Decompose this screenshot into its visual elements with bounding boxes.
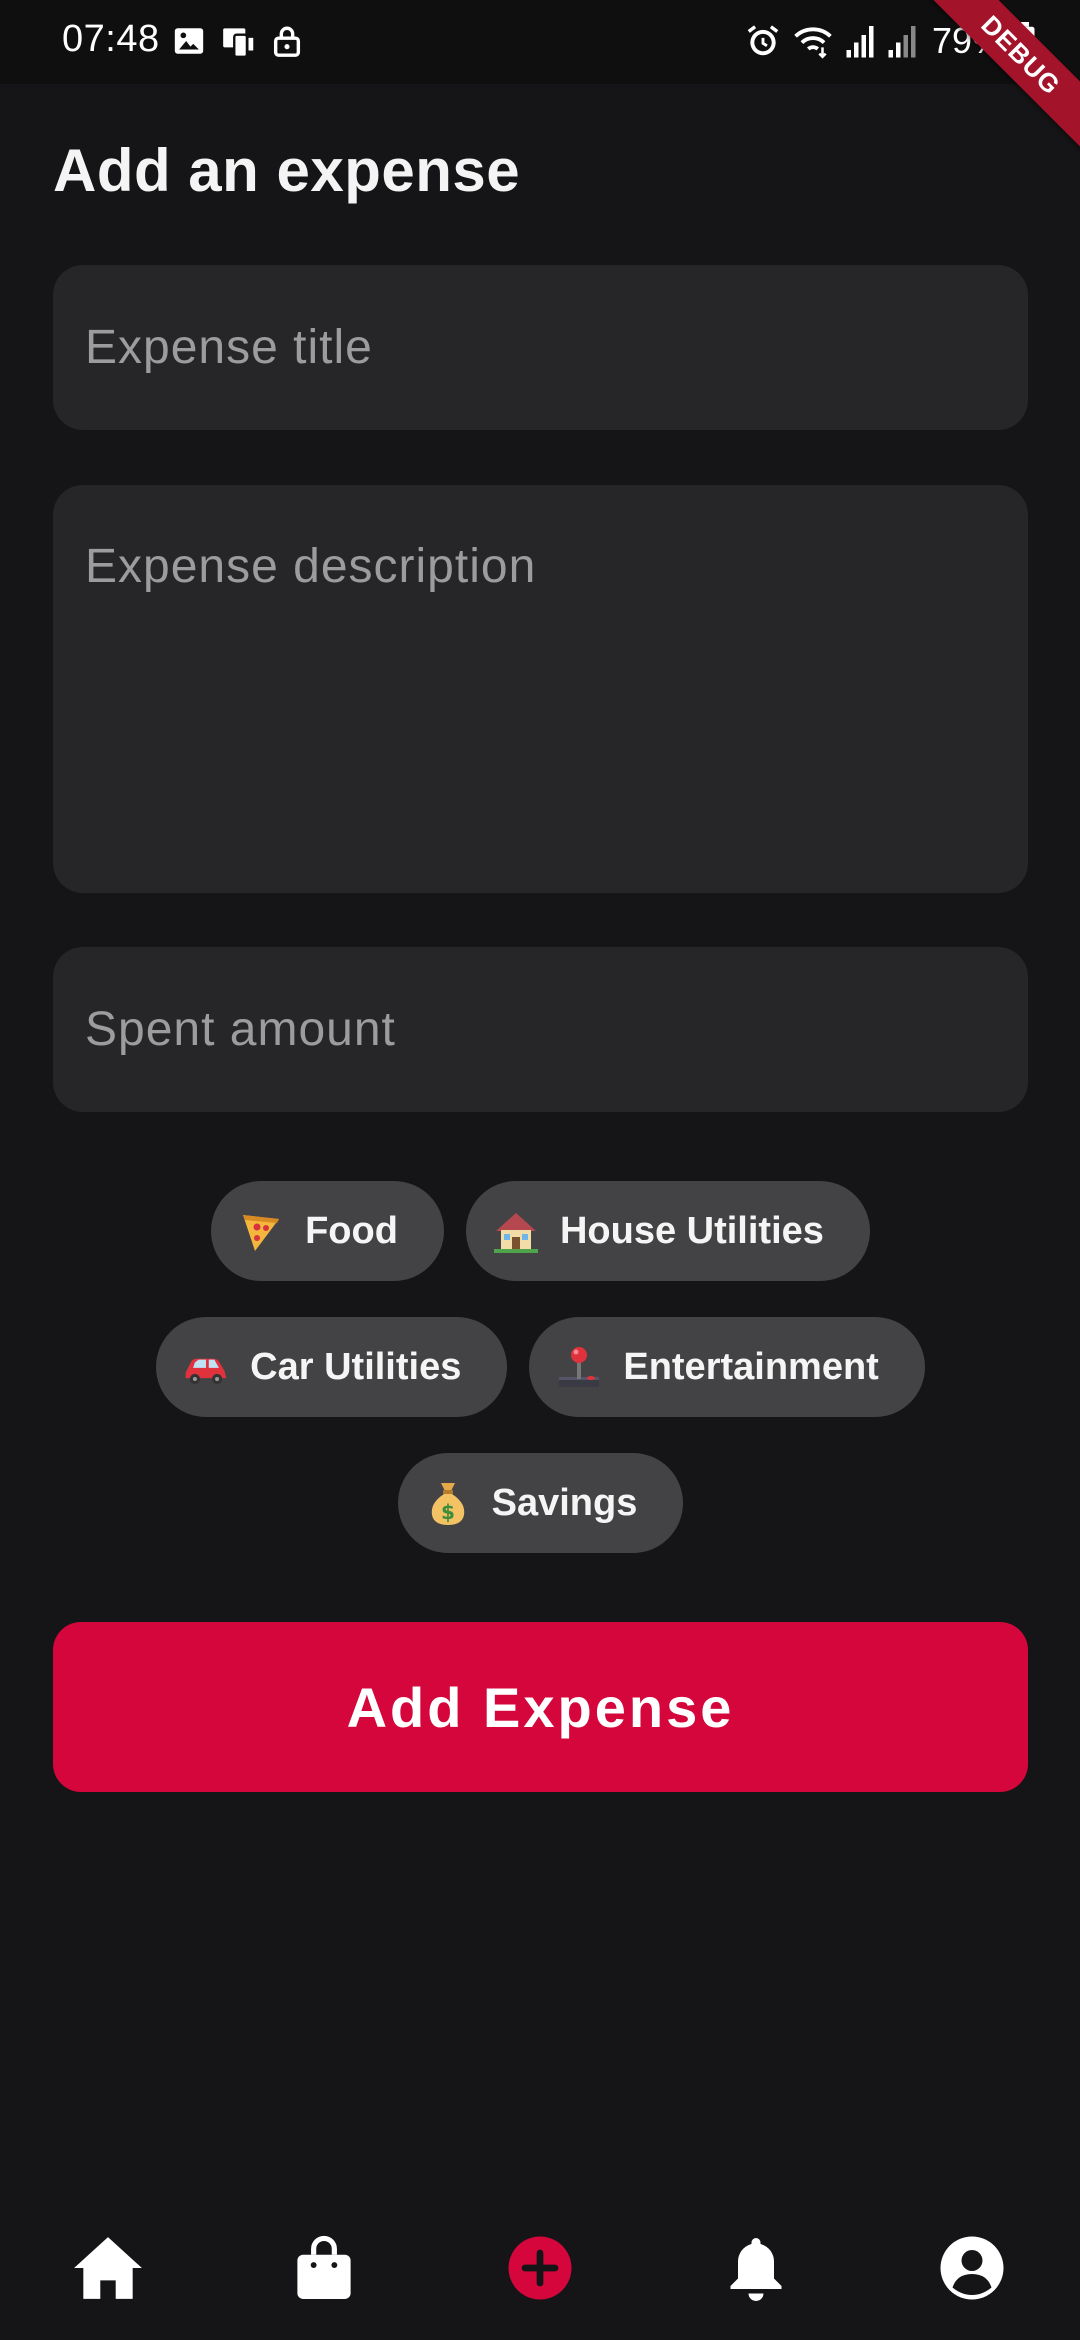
money-bag-icon: $ (424, 1479, 472, 1527)
category-chip-entertainment[interactable]: Entertainment (529, 1317, 925, 1417)
car-icon (182, 1343, 230, 1391)
spent-amount-field[interactable] (53, 947, 1028, 1112)
signal-icon (844, 23, 876, 59)
chip-label: House Utilities (559, 1209, 824, 1252)
chip-label: Savings (491, 1481, 638, 1524)
bottom-navigation (0, 2200, 1080, 2340)
svg-text:$: $ (441, 1500, 455, 1524)
add-expense-button[interactable]: Add Expense (53, 1622, 1028, 1792)
shopping-bag-icon (294, 2234, 354, 2302)
chip-label: Car Utilities (250, 1345, 462, 1388)
nav-shop[interactable] (284, 2228, 364, 2308)
lock-icon (272, 24, 302, 58)
expense-description-input[interactable] (85, 485, 996, 893)
alarm-icon (744, 22, 782, 60)
expense-description-field[interactable] (53, 485, 1028, 893)
spent-amount-input[interactable] (85, 947, 996, 1112)
account-icon (939, 2235, 1005, 2301)
phone-cast-icon (220, 22, 258, 60)
joystick-icon (555, 1343, 603, 1391)
expense-title-input[interactable] (85, 265, 996, 430)
add-circle-icon (507, 2235, 573, 2301)
status-bar: 07:48 79% (0, 0, 1080, 84)
category-chip-food[interactable]: Food (211, 1181, 444, 1281)
status-left-icons (172, 22, 302, 60)
house-icon (492, 1207, 540, 1255)
nav-notifications[interactable] (716, 2228, 796, 2308)
chip-label: Entertainment (623, 1345, 879, 1388)
chip-row: Food House Utilities (53, 1181, 1028, 1281)
bell-icon (726, 2233, 786, 2303)
category-chips: Food House Utilities Car Utilities Enter… (53, 1181, 1028, 1589)
add-expense-screen: 07:48 79% DEBUG Add an expense Expense t… (0, 0, 1080, 2340)
chip-row: Car Utilities Entertainment (53, 1317, 1028, 1417)
category-chip-car-utilities[interactable]: Car Utilities (156, 1317, 508, 1417)
chip-label: Food (305, 1209, 398, 1252)
pizza-icon (237, 1207, 285, 1255)
signal-icon (886, 23, 918, 59)
image-icon (172, 24, 206, 58)
nav-profile[interactable] (932, 2228, 1012, 2308)
wifi-icon (792, 22, 834, 60)
expense-title-field[interactable] (53, 265, 1028, 430)
nav-add[interactable] (500, 2228, 580, 2308)
home-icon (71, 2233, 145, 2303)
chip-row: $ Savings (53, 1453, 1028, 1553)
category-chip-house-utilities[interactable]: House Utilities (465, 1181, 870, 1281)
category-chip-savings[interactable]: $ Savings (397, 1453, 684, 1553)
nav-home[interactable] (68, 2228, 148, 2308)
status-time: 07:48 (62, 18, 160, 60)
page-title: Add an expense (53, 137, 521, 204)
